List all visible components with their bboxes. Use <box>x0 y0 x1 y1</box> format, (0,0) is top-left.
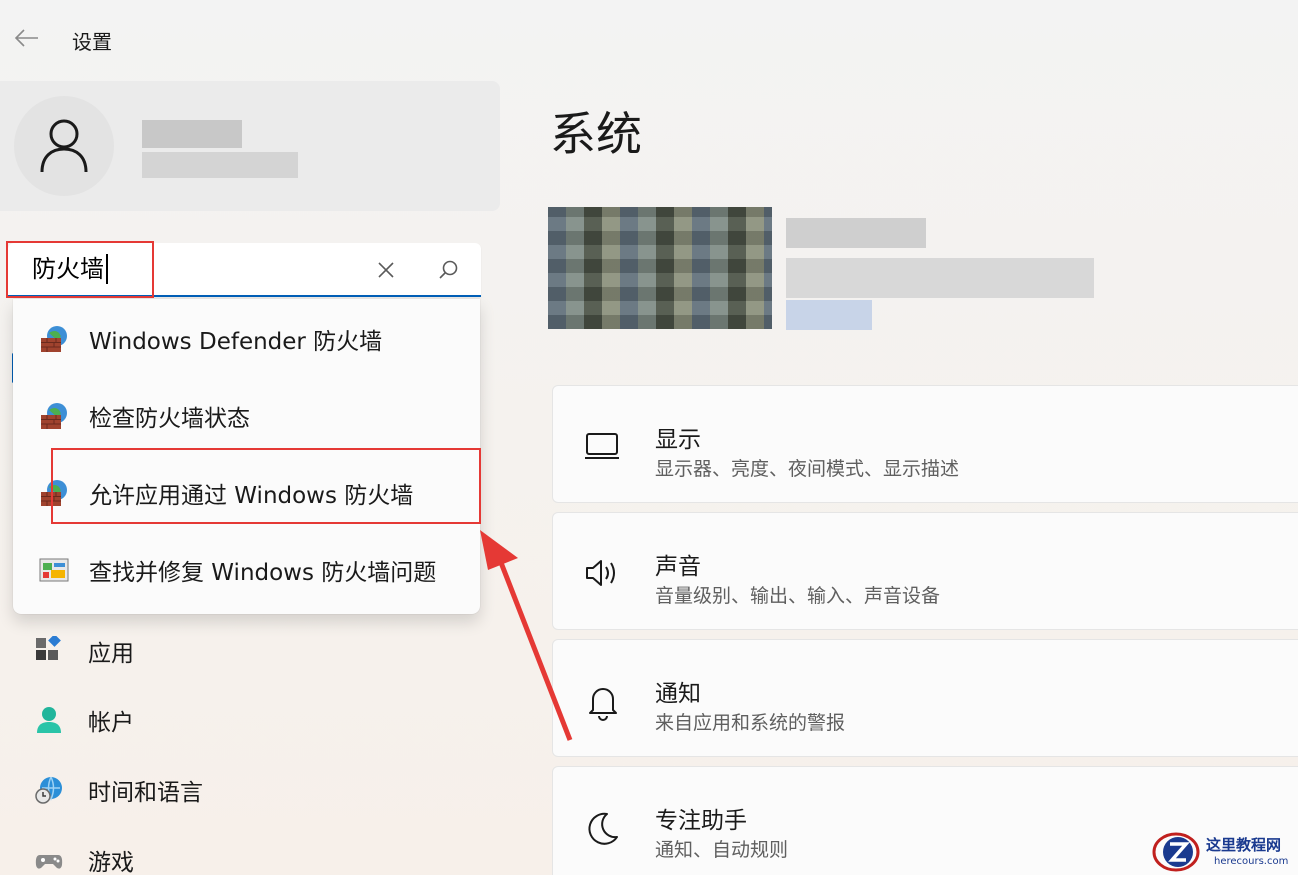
troubleshoot-icon <box>39 555 69 585</box>
card-title: 显示 <box>655 427 701 453</box>
sidebar-item-time-language[interactable]: 时间和语言 <box>30 768 470 812</box>
device-thumbnail <box>548 207 772 329</box>
firewall-globe-icon <box>39 401 69 431</box>
search-result-label: Windows Defender 防火墙 <box>89 329 383 355</box>
sidebar-item-label: 帐户 <box>88 710 134 736</box>
card-subtitle: 音量级别、输出、输入、声音设备 <box>655 585 941 607</box>
page-title: 系统 <box>550 107 642 161</box>
card-subtitle: 显示器、亮度、夜间模式、显示描述 <box>655 458 960 480</box>
device-model-redacted <box>786 258 1094 298</box>
search-result-item[interactable]: Windows Defender 防火墙 <box>13 304 480 374</box>
watermark-name: 这里教程网 <box>1206 836 1282 854</box>
sidebar-item-accounts[interactable]: 帐户 <box>30 698 470 742</box>
time-language-icon <box>34 775 64 805</box>
search-icon[interactable] <box>434 256 462 284</box>
apps-icon <box>34 634 64 666</box>
search-result-label: 检查防火墙状态 <box>89 406 250 432</box>
rename-link-redacted[interactable] <box>786 300 872 330</box>
card-title: 通知 <box>655 681 701 707</box>
card-subtitle: 通知、自动规则 <box>655 839 789 861</box>
search-result-label: 查找并修复 Windows 防火墙问题 <box>89 560 437 586</box>
firewall-globe-icon <box>39 324 69 354</box>
sidebar-item-apps[interactable]: 应用 <box>30 629 470 673</box>
sidebar-item-gaming[interactable]: 游戏 <box>30 838 470 875</box>
close-icon[interactable] <box>372 256 400 284</box>
sidebar-item-label: 时间和语言 <box>88 780 203 806</box>
watermark-url: herecours.com <box>1214 856 1289 867</box>
card-notifications[interactable]: 通知 来自应用和系统的警报 <box>552 639 1298 757</box>
card-subtitle: 来自应用和系统的警报 <box>655 712 846 734</box>
sidebar-item-label: 应用 <box>88 641 134 667</box>
card-title: 专注助手 <box>655 808 747 834</box>
display-icon <box>583 428 623 464</box>
device-name-redacted <box>786 218 926 248</box>
moon-icon <box>583 809 623 845</box>
account-name-redacted <box>142 120 242 148</box>
account-email-redacted <box>142 152 298 178</box>
search-result-item[interactable]: 查找并修复 Windows 防火墙问题 <box>13 535 480 605</box>
annotation-highlight-result <box>51 448 481 524</box>
card-title: 声音 <box>655 554 701 580</box>
gaming-icon <box>34 845 64 875</box>
annotation-highlight-search <box>6 241 154 298</box>
app-title: 设置 <box>72 30 112 54</box>
search-result-item[interactable]: 检查防火墙状态 <box>13 381 480 451</box>
card-display[interactable]: 显示 显示器、亮度、夜间模式、显示描述 <box>552 385 1298 503</box>
account-icon <box>34 705 64 735</box>
sidebar-item-label: 游戏 <box>88 850 134 875</box>
annotation-arrow-icon <box>480 530 573 741</box>
avatar[interactable] <box>14 96 114 196</box>
user-icon <box>40 119 88 173</box>
back-arrow-icon[interactable] <box>12 26 40 50</box>
card-sound[interactable]: 声音 音量级别、输出、输入、声音设备 <box>552 512 1298 630</box>
